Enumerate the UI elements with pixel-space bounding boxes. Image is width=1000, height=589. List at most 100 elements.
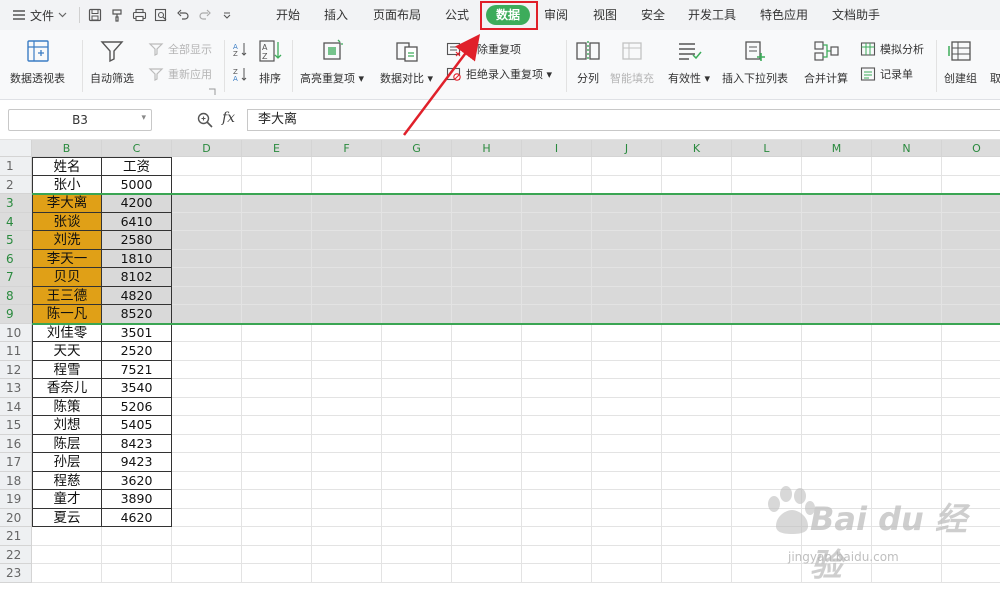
grid-cell[interactable] — [522, 471, 592, 490]
salary-cell[interactable]: 3890 — [102, 490, 172, 509]
grid-cell[interactable] — [382, 360, 452, 379]
grid-cell[interactable] — [452, 268, 522, 287]
grid-cell[interactable] — [802, 342, 872, 361]
grid-cell[interactable] — [732, 157, 802, 176]
grid-cell[interactable] — [592, 490, 662, 509]
grid-cell[interactable] — [312, 397, 382, 416]
tab-7[interactable]: 安全 — [641, 0, 665, 30]
grid-cell[interactable] — [452, 286, 522, 305]
salary-cell[interactable]: 3620 — [102, 471, 172, 490]
name-cell[interactable]: 天天 — [32, 342, 102, 361]
grid-cell[interactable] — [592, 249, 662, 268]
grid-cell[interactable] — [592, 212, 662, 231]
auto-filter-button[interactable]: 自动筛选 — [90, 30, 134, 86]
grid-cell[interactable] — [662, 416, 732, 435]
grid-cell[interactable] — [452, 323, 522, 342]
grid-cell[interactable] — [872, 305, 942, 324]
grid-cell[interactable] — [872, 212, 942, 231]
grid-cell[interactable] — [522, 323, 592, 342]
name-cell[interactable]: 刘想 — [32, 416, 102, 435]
grid-cell[interactable] — [592, 194, 662, 213]
grid-cell[interactable] — [242, 434, 312, 453]
grid-cell[interactable] — [732, 231, 802, 250]
grid-cell[interactable] — [522, 342, 592, 361]
row-header[interactable]: 16 — [0, 434, 32, 453]
sort-descending-button[interactable]: ZA — [232, 64, 248, 84]
row-header[interactable]: 14 — [0, 397, 32, 416]
grid-cell[interactable] — [312, 416, 382, 435]
grid-cell[interactable] — [382, 434, 452, 453]
grid-cell[interactable] — [172, 286, 242, 305]
row-header[interactable]: 11 — [0, 342, 32, 361]
grid-cell[interactable] — [522, 508, 592, 527]
grid-cell[interactable] — [452, 175, 522, 194]
row-header[interactable]: 7 — [0, 268, 32, 287]
grid-cell[interactable] — [382, 157, 452, 176]
grid-cell[interactable] — [662, 231, 732, 250]
grid-cell[interactable] — [732, 453, 802, 472]
grid-cell[interactable] — [872, 360, 942, 379]
row-header[interactable]: 19 — [0, 490, 32, 509]
grid-cell[interactable] — [242, 379, 312, 398]
grid-cell[interactable] — [382, 268, 452, 287]
name-cell[interactable]: 王三德 — [32, 286, 102, 305]
grid-cell[interactable] — [802, 434, 872, 453]
grid-cell[interactable] — [242, 360, 312, 379]
row-header[interactable]: 1 — [0, 157, 32, 176]
grid-cell[interactable] — [662, 471, 732, 490]
grid-cell[interactable] — [662, 323, 732, 342]
grid-cell[interactable] — [382, 323, 452, 342]
grid-cell[interactable] — [662, 286, 732, 305]
name-cell[interactable]: 陈层 — [32, 434, 102, 453]
grid-cell[interactable] — [172, 268, 242, 287]
grid-cell[interactable] — [592, 564, 662, 583]
redo-icon[interactable] — [194, 0, 216, 30]
grid-cell[interactable] — [242, 490, 312, 509]
grid-cell[interactable] — [242, 397, 312, 416]
grid-cell[interactable] — [312, 490, 382, 509]
salary-cell[interactable]: 3501 — [102, 323, 172, 342]
cancel-group-button[interactable]: 取 — [990, 68, 1000, 88]
grid-cell[interactable] — [382, 249, 452, 268]
tab-8[interactable]: 开发工具 — [688, 0, 736, 30]
grid-cell[interactable] — [382, 175, 452, 194]
merge-calculation-button[interactable]: 合并计算 — [804, 30, 848, 86]
grid-cell[interactable] — [942, 231, 1000, 250]
grid-cell[interactable] — [312, 360, 382, 379]
grid-cell[interactable] — [662, 453, 732, 472]
grid-cell[interactable] — [732, 286, 802, 305]
grid-cell[interactable] — [802, 305, 872, 324]
grid-cell[interactable] — [662, 268, 732, 287]
grid-cell[interactable] — [942, 268, 1000, 287]
grid-cell[interactable] — [102, 564, 172, 583]
chevron-down-icon[interactable]: ▾ — [141, 113, 146, 123]
grid-cell[interactable] — [942, 435, 1000, 453]
grid-cell[interactable] — [242, 212, 312, 231]
grid-cell[interactable] — [662, 545, 732, 564]
name-cell[interactable]: 李天一 — [32, 249, 102, 268]
grid-cell[interactable] — [312, 453, 382, 472]
row-header[interactable]: 6 — [0, 249, 32, 268]
grid-cell[interactable] — [172, 416, 242, 435]
grid-cell[interactable] — [382, 545, 452, 564]
grid-cell[interactable] — [732, 416, 802, 435]
grid-cell[interactable] — [942, 194, 1000, 213]
grid-cell[interactable] — [872, 231, 942, 250]
grid-cell[interactable] — [662, 527, 732, 546]
create-group-button[interactable]: 创建组 — [944, 30, 977, 86]
grid-cell[interactable] — [732, 194, 802, 213]
grid-cell[interactable] — [802, 157, 872, 176]
grid-cell[interactable] — [382, 490, 452, 509]
grid-cell[interactable] — [172, 564, 242, 583]
grid-cell[interactable] — [872, 379, 942, 398]
grid-cell[interactable] — [242, 157, 312, 176]
insert-function-fx-icon[interactable]: fx — [222, 110, 235, 126]
name-cell[interactable]: 刘佳零 — [32, 323, 102, 342]
grid-cell[interactable] — [452, 434, 522, 453]
grid-cell[interactable] — [872, 175, 942, 194]
grid-cell[interactable] — [312, 527, 382, 546]
row-header[interactable]: 10 — [0, 323, 32, 342]
undo-icon[interactable] — [172, 0, 194, 30]
tab-5[interactable]: 审阅 — [544, 0, 568, 30]
grid-cell[interactable] — [522, 249, 592, 268]
